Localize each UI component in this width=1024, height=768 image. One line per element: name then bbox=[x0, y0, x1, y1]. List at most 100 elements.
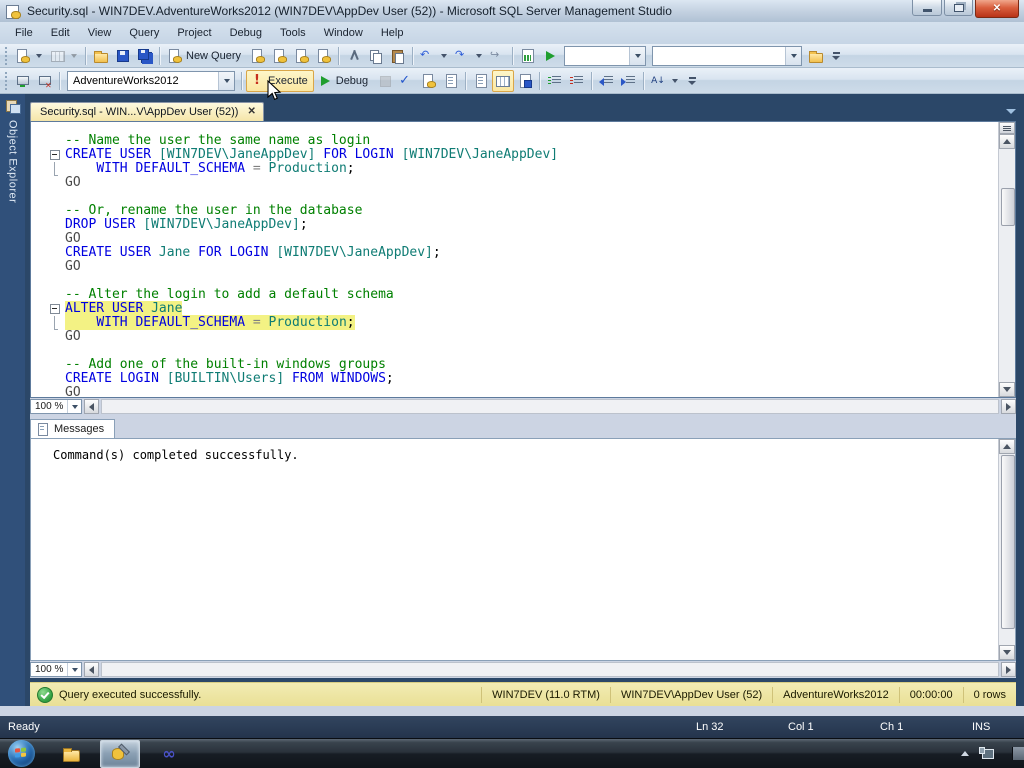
code-line[interactable]: -- Alter the login to add a default sche… bbox=[49, 288, 998, 302]
change-connection-button[interactable] bbox=[12, 70, 34, 92]
execute-button[interactable]: ! Execute bbox=[246, 69, 314, 92]
xmla-query-button[interactable] bbox=[313, 45, 335, 67]
comment-selection-button[interactable] bbox=[544, 70, 566, 92]
results-scroll-thumb[interactable] bbox=[1001, 455, 1015, 629]
paste-button[interactable] bbox=[387, 45, 409, 67]
code-lines[interactable]: -- Name the user the same name as login C… bbox=[31, 122, 998, 397]
save-all-button[interactable] bbox=[134, 45, 156, 67]
cut-button[interactable] bbox=[343, 45, 365, 67]
editor-scroll-thumb[interactable] bbox=[1001, 188, 1015, 226]
save-button[interactable] bbox=[112, 45, 134, 67]
messages-tab[interactable]: Messages bbox=[30, 419, 116, 438]
results-to-grid-button[interactable] bbox=[492, 69, 515, 92]
zoom-dropdown-icon[interactable] bbox=[67, 663, 81, 676]
increase-indent-button[interactable] bbox=[618, 70, 640, 92]
menu-window[interactable]: Window bbox=[315, 24, 372, 42]
code-line[interactable]: GO bbox=[49, 386, 998, 398]
object-explorer-collapsed-panel[interactable]: Object Explorer bbox=[0, 94, 25, 706]
menu-file[interactable]: File bbox=[6, 24, 42, 42]
query-options-button[interactable] bbox=[440, 70, 462, 92]
editor-vertical-scrollbar[interactable] bbox=[998, 122, 1015, 397]
taskbar-ssms-button[interactable] bbox=[100, 739, 140, 768]
hscroll-right-icon[interactable] bbox=[1001, 662, 1016, 677]
tray-expand-icon[interactable] bbox=[961, 751, 969, 756]
code-line[interactable] bbox=[49, 190, 998, 204]
uncomment-selection-button[interactable] bbox=[566, 70, 588, 92]
code-line[interactable]: CREATE USER [WIN7DEV\JaneAppDev] FOR LOG… bbox=[49, 148, 998, 162]
database-engine-query-button[interactable] bbox=[247, 45, 269, 67]
mdx-query-button[interactable] bbox=[269, 45, 291, 67]
editor-horizontal-scroll-track[interactable] bbox=[101, 399, 999, 414]
redo-dropdown-icon[interactable] bbox=[476, 53, 483, 58]
restore-button[interactable] bbox=[944, 0, 973, 16]
document-tab[interactable]: Security.sql - WIN...V\AppDev User (52))… bbox=[30, 102, 264, 121]
code-line[interactable]: CREATE USER Jane FOR LOGIN [WIN7DEV\Jane… bbox=[49, 246, 998, 260]
code-line[interactable]: GO bbox=[49, 330, 998, 344]
navigate-forward-button[interactable]: ↪ bbox=[487, 45, 509, 67]
results-zoom-combo[interactable]: 100 % bbox=[30, 662, 82, 677]
copy-button[interactable] bbox=[365, 45, 387, 67]
close-button[interactable]: ✕ bbox=[975, 0, 1019, 18]
new-query-template-button[interactable] bbox=[12, 45, 47, 67]
decrease-indent-button[interactable] bbox=[596, 70, 618, 92]
fold-collapse-icon[interactable] bbox=[49, 148, 61, 162]
scroll-down-icon[interactable] bbox=[999, 645, 1015, 660]
start-button[interactable] bbox=[8, 740, 35, 767]
disconnect-button[interactable] bbox=[34, 70, 56, 92]
code-line[interactable]: WITH DEFAULT_SCHEMA = Production; bbox=[49, 162, 998, 176]
parse-button[interactable]: ✓ bbox=[396, 70, 418, 92]
scroll-down-icon[interactable] bbox=[999, 382, 1015, 397]
splitter-grip[interactable] bbox=[999, 122, 1015, 134]
available-databases-combo[interactable]: AdventureWorks2012 bbox=[67, 70, 235, 91]
results-horizontal-scroll-track[interactable] bbox=[101, 662, 999, 677]
code-line[interactable]: -- Add one of the built-in windows group… bbox=[49, 358, 998, 372]
new-query-button[interactable]: New Query bbox=[164, 45, 247, 67]
results-to-file-button[interactable] bbox=[514, 70, 536, 92]
combo-dropdown-icon[interactable] bbox=[785, 46, 802, 65]
fold-collapse-icon[interactable] bbox=[49, 302, 61, 316]
debug-button[interactable]: Debug bbox=[314, 70, 374, 92]
menu-view[interactable]: View bbox=[79, 24, 121, 42]
menu-edit[interactable]: Edit bbox=[42, 24, 79, 42]
new-query-template-dropdown-icon[interactable] bbox=[36, 53, 42, 58]
code-line[interactable]: DROP USER [WIN7DEV\JaneAppDev]; bbox=[49, 218, 998, 232]
network-icon[interactable] bbox=[979, 747, 994, 760]
tab-list-chevron-icon[interactable] bbox=[1006, 109, 1016, 114]
undo-dropdown-icon[interactable] bbox=[441, 53, 448, 58]
start-debugging-button[interactable] bbox=[539, 45, 561, 67]
toolbar-grip[interactable] bbox=[4, 71, 9, 90]
show-desktop-button[interactable] bbox=[1012, 747, 1024, 760]
code-line[interactable]: -- Name the user the same name as login bbox=[49, 134, 998, 148]
menu-query[interactable]: Query bbox=[120, 24, 168, 42]
combo-dropdown-icon[interactable] bbox=[218, 71, 234, 90]
taskbar-windows-explorer-button[interactable] bbox=[52, 741, 90, 767]
results-vertical-scrollbar[interactable] bbox=[998, 439, 1015, 660]
hscroll-left-icon[interactable] bbox=[84, 662, 99, 677]
code-line[interactable]: CREATE LOGIN [BUILTIN\Users] FROM WINDOW… bbox=[49, 372, 998, 386]
hscroll-left-icon[interactable] bbox=[84, 399, 99, 414]
hscroll-right-icon[interactable] bbox=[1001, 399, 1016, 414]
toolbar-combo-2-combo[interactable] bbox=[652, 45, 803, 66]
toolbar-combo-1-combo[interactable] bbox=[564, 45, 647, 66]
display-estimated-plan-button[interactable] bbox=[418, 70, 440, 92]
code-line[interactable]: GO bbox=[49, 232, 998, 246]
results-to-text-button[interactable] bbox=[470, 70, 492, 92]
undo-button[interactable]: ↶ bbox=[417, 45, 452, 67]
menu-debug[interactable]: Debug bbox=[221, 24, 271, 42]
dmx-query-button[interactable] bbox=[291, 45, 313, 67]
activity-monitor-button[interactable] bbox=[517, 45, 539, 67]
minimize-button[interactable] bbox=[912, 0, 942, 16]
code-line[interactable]: ALTER USER Jane bbox=[49, 301, 998, 316]
taskbar-blend-button[interactable]: ∞ bbox=[150, 741, 188, 767]
toolbar-overflow-icon[interactable] bbox=[829, 46, 843, 66]
code-line[interactable]: -- Or, rename the user in the database bbox=[49, 204, 998, 218]
redo-button[interactable]: ↷ bbox=[452, 45, 487, 67]
menu-tools[interactable]: Tools bbox=[271, 24, 315, 42]
scroll-up-icon[interactable] bbox=[999, 439, 1015, 454]
menu-project[interactable]: Project bbox=[168, 24, 220, 42]
toolbar-overflow-icon[interactable] bbox=[685, 71, 699, 91]
code-line[interactable] bbox=[49, 274, 998, 288]
combo-dropdown-icon[interactable] bbox=[629, 46, 646, 65]
code-line[interactable]: GO bbox=[49, 176, 998, 190]
sort-az-dropdown-icon[interactable] bbox=[672, 78, 679, 83]
